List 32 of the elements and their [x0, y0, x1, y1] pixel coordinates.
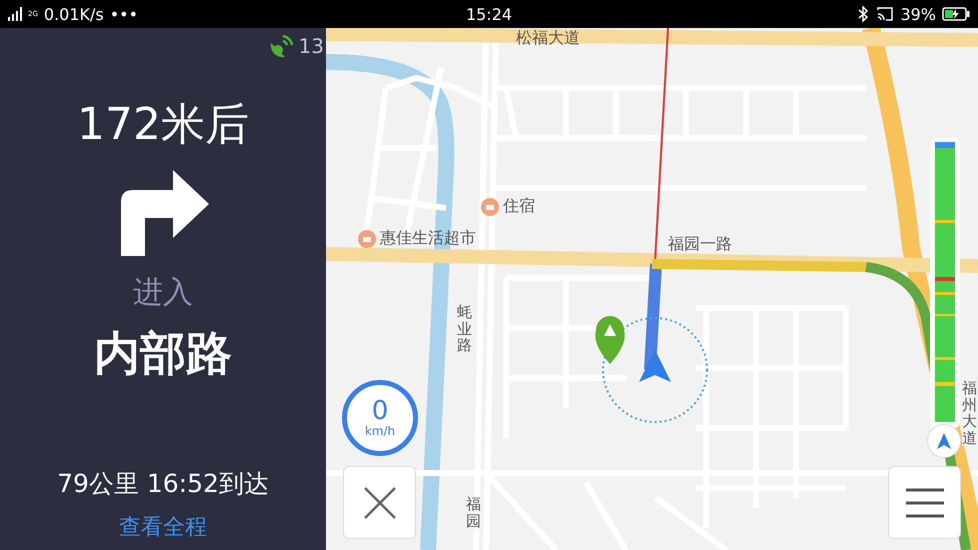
- bluetooth-icon: [856, 6, 870, 22]
- view-full-route-link[interactable]: 查看全程: [119, 512, 207, 542]
- road-name-label: 福州大道: [962, 380, 977, 446]
- turn-action: 进入: [133, 274, 193, 312]
- car-position-icon: [639, 350, 671, 382]
- signal-icon: [8, 7, 22, 21]
- clock: 15:24: [466, 4, 512, 24]
- turn-distance: 172米后: [77, 100, 249, 150]
- speed-unit: km/h: [364, 424, 396, 438]
- battery-percent: 39%: [900, 4, 936, 24]
- speed-value: 0: [372, 398, 388, 424]
- locate-button[interactable]: [927, 424, 961, 458]
- satellite-count: 13: [298, 34, 324, 58]
- road-name-label: 松福大道: [516, 28, 580, 49]
- satellite-icon: [268, 33, 295, 59]
- network-speed: 0.01K/s: [44, 4, 104, 24]
- road-name-label: 福园一路: [668, 234, 732, 255]
- poi-label: 住宿: [481, 196, 535, 217]
- road-name-label: 蚝业路: [457, 304, 472, 354]
- menu-icon: [906, 488, 944, 518]
- next-road-name: 内部路: [94, 325, 232, 382]
- close-icon: [362, 486, 396, 520]
- poi-label: 惠佳生活超市: [358, 228, 476, 249]
- map-pin-icon: [595, 316, 625, 364]
- more-indicator: •••: [110, 4, 138, 24]
- trip-summary: 79公里 16:52到达: [57, 468, 269, 500]
- battery-charging-icon: [942, 7, 970, 21]
- cast-icon: [876, 6, 894, 22]
- menu-button[interactable]: [888, 466, 961, 539]
- road-name-label: 福园: [466, 496, 481, 529]
- close-button[interactable]: [343, 466, 416, 539]
- navigation-arrow-icon: [937, 433, 951, 449]
